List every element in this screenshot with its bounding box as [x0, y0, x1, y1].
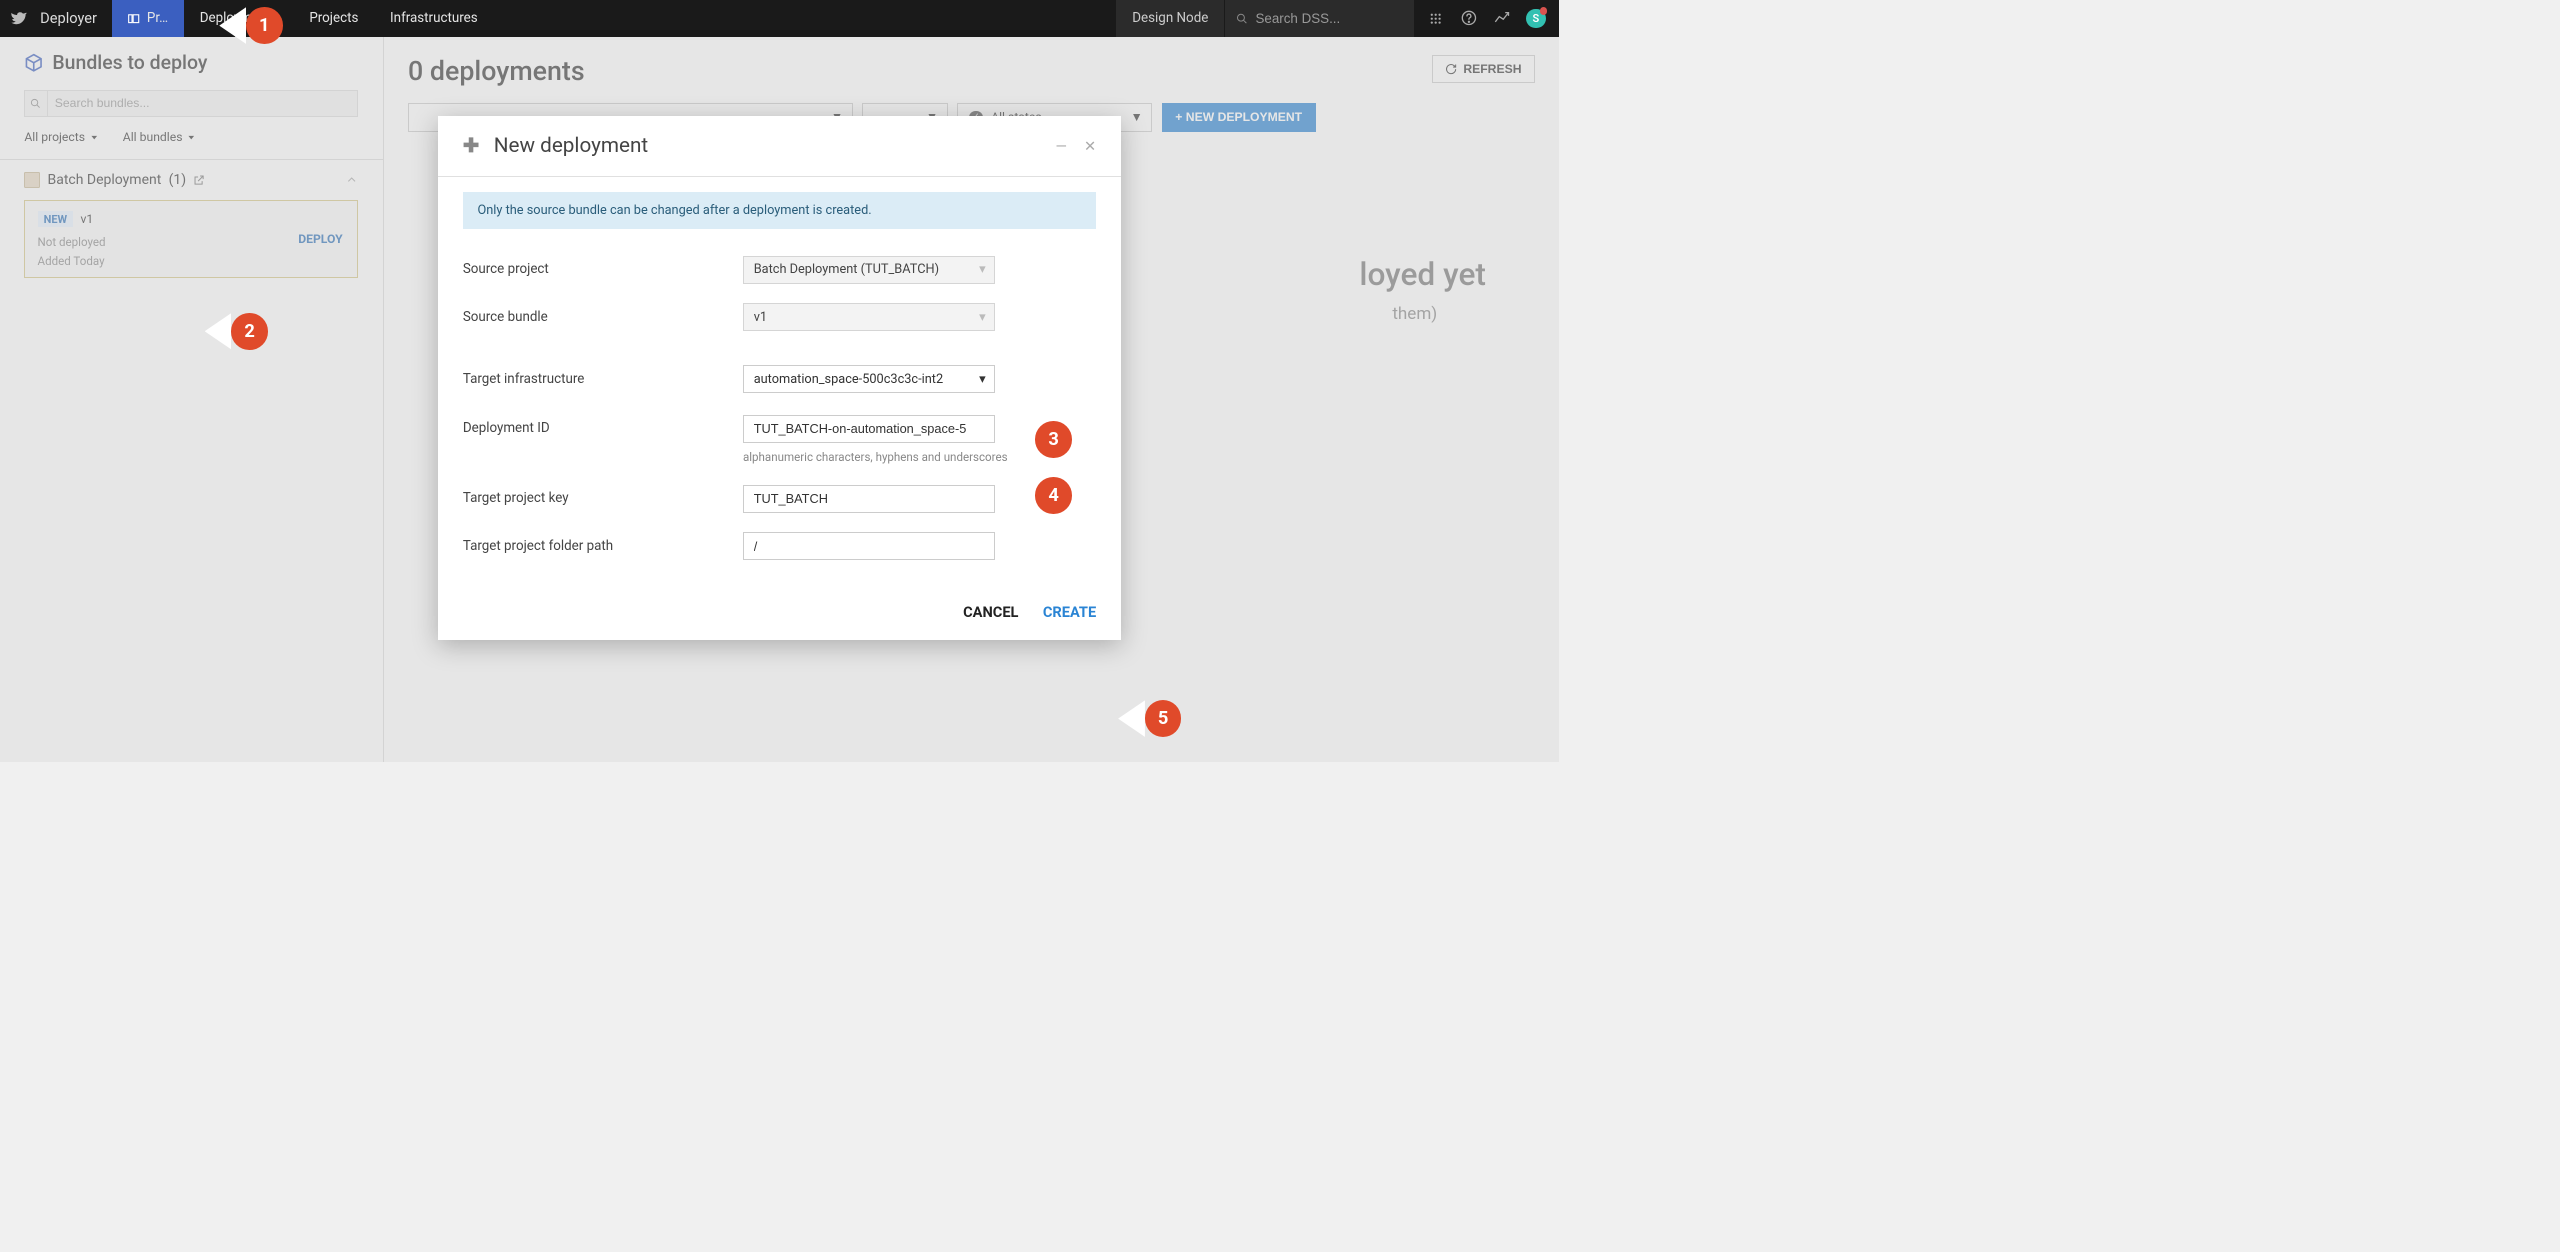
- row-deployment-id: Deployment ID alphanumeric characters, h…: [463, 403, 1096, 475]
- apps-grid-icon[interactable]: [1428, 10, 1445, 27]
- app-name: Deployer: [37, 9, 112, 27]
- info-banner: Only the source bundle can be changed af…: [463, 192, 1096, 229]
- new-deployment-modal: ✚ New deployment — ✕ Only the source bun…: [438, 116, 1120, 641]
- row-target-folder: Target project folder path: [463, 522, 1096, 569]
- cancel-button[interactable]: CANCEL: [963, 603, 1018, 621]
- notification-dot-icon: [1540, 7, 1547, 14]
- annotation-marker-1: 1: [246, 7, 283, 44]
- row-source-bundle: Source bundle v1 ▾: [463, 293, 1096, 340]
- source-bundle-select: v1 ▾: [743, 303, 995, 331]
- target-project-key-input[interactable]: [743, 485, 995, 513]
- nav-right: Design Node S: [1116, 0, 1559, 37]
- row-source-project: Source project Batch Deployment (TUT_BAT…: [463, 246, 1096, 293]
- logo-bird-icon[interactable]: [0, 10, 37, 27]
- nav-tabs: Pr… Deployments Projects Infrastructures: [112, 0, 494, 37]
- design-node-button[interactable]: Design Node: [1116, 0, 1224, 37]
- nav-icon-group: S: [1414, 9, 1559, 28]
- row-target-infra: Target infrastructure automation_space-5…: [463, 355, 1096, 402]
- deployment-id-input[interactable]: [743, 415, 995, 443]
- create-button[interactable]: CREATE: [1043, 603, 1096, 621]
- caret-down-icon: ▾: [979, 372, 985, 387]
- close-icon[interactable]: ✕: [1084, 137, 1096, 155]
- nav-tab-label: Projects: [309, 11, 358, 26]
- annotation-marker-4: 4: [1035, 477, 1072, 514]
- target-folder-input[interactable]: [743, 532, 995, 560]
- modal-header: ✚ New deployment — ✕: [438, 116, 1120, 178]
- minimize-icon[interactable]: —: [1055, 137, 1066, 155]
- row-target-project-key: Target project key: [463, 475, 1096, 522]
- modal-footer: CANCEL CREATE: [438, 588, 1120, 640]
- nav-tab-projects[interactable]: Projects: [294, 0, 375, 37]
- plus-icon: ✚: [463, 134, 479, 157]
- global-search[interactable]: [1225, 0, 1414, 37]
- caret-down-icon: ▾: [979, 262, 985, 277]
- user-avatar[interactable]: S: [1526, 9, 1545, 28]
- source-project-select: Batch Deployment (TUT_BATCH) ▾: [743, 256, 995, 284]
- nav-tab-infrastructures[interactable]: Infrastructures: [374, 0, 493, 37]
- help-icon[interactable]: [1460, 10, 1477, 27]
- nav-tab-label: Infrastructures: [390, 11, 478, 26]
- modal-body: Only the source bundle can be changed af…: [438, 177, 1120, 588]
- nav-tab-label: Pr…: [147, 11, 168, 26]
- modal-title: New deployment: [494, 134, 648, 158]
- annotation-marker-3: 3: [1035, 421, 1072, 458]
- caret-down-icon: ▾: [979, 310, 985, 325]
- global-search-input[interactable]: [1255, 11, 1403, 26]
- target-infra-select[interactable]: automation_space-500c3c3c-int2 ▾: [743, 365, 995, 393]
- nav-tab-pr[interactable]: Pr…: [112, 0, 184, 37]
- search-icon: [1236, 12, 1248, 25]
- annotation-marker-2: 2: [231, 313, 268, 350]
- annotation-marker-5: 5: [1145, 700, 1182, 737]
- activity-icon[interactable]: [1493, 10, 1510, 27]
